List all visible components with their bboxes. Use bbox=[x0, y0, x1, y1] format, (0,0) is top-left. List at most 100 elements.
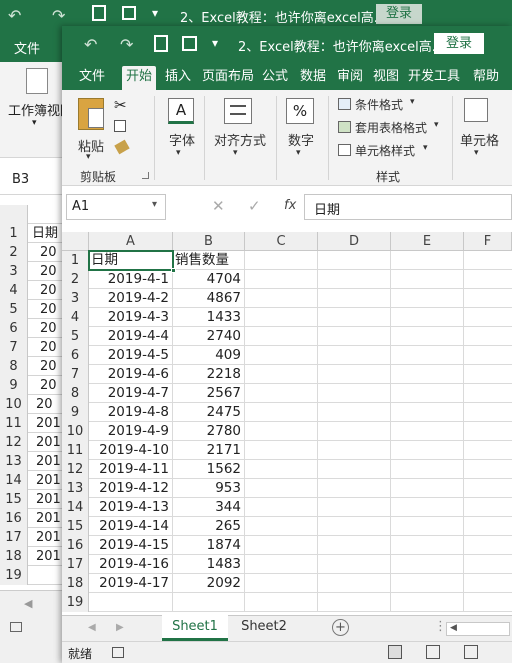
cell-d[interactable] bbox=[318, 289, 391, 308]
cell-e[interactable] bbox=[391, 384, 464, 403]
cells-icon[interactable] bbox=[464, 98, 488, 122]
cell-a[interactable] bbox=[89, 593, 173, 612]
table-format-button[interactable]: 套用表格格式 bbox=[355, 119, 427, 136]
cell-e[interactable] bbox=[391, 251, 464, 270]
fill-handle[interactable] bbox=[171, 268, 176, 273]
tab-6[interactable]: 审阅 bbox=[334, 66, 366, 90]
chevron-down-icon[interactable]: ▾ bbox=[233, 148, 238, 158]
row-header[interactable]: 3 bbox=[62, 289, 89, 308]
cancel-icon[interactable]: ✕ bbox=[212, 197, 225, 215]
cell-c[interactable] bbox=[245, 308, 318, 327]
tab-8[interactable]: 开发工具 bbox=[406, 66, 462, 90]
dialog-launcher-icon[interactable] bbox=[142, 172, 149, 179]
cell-b[interactable]: 344 bbox=[173, 498, 245, 517]
cell-c[interactable] bbox=[245, 422, 318, 441]
print-preview-icon[interactable] bbox=[92, 5, 106, 21]
scrollbar-left-arrow-icon[interactable]: ◀ bbox=[450, 623, 457, 633]
enter-icon[interactable]: ✓ bbox=[248, 197, 261, 215]
cell-style-icon[interactable] bbox=[338, 144, 351, 156]
row-header[interactable]: 19 bbox=[62, 593, 89, 612]
customize-icon[interactable]: ▾ bbox=[152, 6, 158, 20]
cell-a[interactable]: 2019-4-4 bbox=[89, 327, 173, 346]
format-painter-icon[interactable] bbox=[114, 139, 130, 155]
paste-label[interactable]: 粘贴 bbox=[78, 136, 104, 155]
cell-e[interactable] bbox=[391, 327, 464, 346]
cell-c[interactable] bbox=[245, 384, 318, 403]
chevron-down-icon[interactable]: ▾ bbox=[296, 148, 301, 158]
cell-d[interactable] bbox=[318, 498, 391, 517]
insert-function-icon[interactable]: fx bbox=[284, 198, 296, 213]
cell-b[interactable] bbox=[173, 593, 245, 612]
cell-d[interactable] bbox=[318, 270, 391, 289]
cell-c[interactable] bbox=[245, 555, 318, 574]
row-header[interactable]: 13 bbox=[62, 479, 89, 498]
tab-7[interactable]: 视图 bbox=[370, 66, 402, 90]
cell-c[interactable] bbox=[245, 574, 318, 593]
cell-b[interactable]: 2475 bbox=[173, 403, 245, 422]
redo-icon[interactable]: ↷ bbox=[52, 6, 65, 25]
cell-b[interactable]: 4867 bbox=[173, 289, 245, 308]
undo-icon[interactable]: ↶ bbox=[84, 35, 97, 54]
cell-e[interactable] bbox=[391, 403, 464, 422]
font-label[interactable]: 字体 bbox=[169, 130, 195, 149]
cell-d[interactable] bbox=[318, 346, 391, 365]
scroll-left-icon[interactable]: ◀ bbox=[24, 597, 32, 610]
row-header[interactable]: 10 bbox=[62, 422, 89, 441]
scroll-right-icon[interactable]: ▶ bbox=[116, 622, 124, 633]
cell-a[interactable]: 2019-4-16 bbox=[89, 555, 173, 574]
column-header-c[interactable]: C bbox=[245, 232, 318, 251]
row-header[interactable]: 9 bbox=[62, 403, 89, 422]
cell-c[interactable] bbox=[245, 517, 318, 536]
alignment-label[interactable]: 对齐方式 bbox=[214, 130, 266, 149]
row-header[interactable]: 12 bbox=[62, 460, 89, 479]
row-header[interactable]: 17 bbox=[62, 555, 89, 574]
tab-1[interactable]: 开始 bbox=[122, 66, 156, 90]
cell-d[interactable] bbox=[318, 403, 391, 422]
cell-d[interactable] bbox=[318, 422, 391, 441]
sheet-tab-sheet2[interactable]: Sheet2 bbox=[232, 619, 296, 634]
row-header[interactable]: 18 bbox=[62, 574, 89, 593]
cell-b[interactable]: 2740 bbox=[173, 327, 245, 346]
cell-d[interactable] bbox=[318, 251, 391, 270]
workbook-view-icon[interactable] bbox=[26, 68, 48, 94]
cell-d[interactable] bbox=[318, 327, 391, 346]
cell-a[interactable]: 2019-4-10 bbox=[89, 441, 173, 460]
sheet-tab-sheet1[interactable]: Sheet1 bbox=[162, 615, 228, 641]
row-header[interactable]: 15 bbox=[62, 517, 89, 536]
cell-c[interactable] bbox=[245, 441, 318, 460]
chevron-down-icon[interactable]: ▾ bbox=[410, 97, 415, 107]
cell-a[interactable]: 2019-4-3 bbox=[89, 308, 173, 327]
cell-d[interactable] bbox=[318, 479, 391, 498]
chevron-down-icon[interactable]: ▾ bbox=[423, 143, 428, 153]
cell-b[interactable]: 2092 bbox=[173, 574, 245, 593]
row-header[interactable]: 1 bbox=[62, 251, 89, 270]
cell-a[interactable]: 2019-4-15 bbox=[89, 536, 173, 555]
redo-icon[interactable]: ↷ bbox=[120, 35, 133, 54]
cell-b[interactable]: 2171 bbox=[173, 441, 245, 460]
table-format-icon[interactable] bbox=[338, 121, 351, 133]
cell-e[interactable] bbox=[391, 289, 464, 308]
cell-a[interactable]: 2019-4-1 bbox=[89, 270, 173, 289]
cell-c[interactable] bbox=[245, 498, 318, 517]
cell-e[interactable] bbox=[391, 593, 464, 612]
tab-9[interactable]: 帮助 bbox=[468, 66, 504, 90]
cell-d[interactable] bbox=[318, 517, 391, 536]
cell-e[interactable] bbox=[391, 536, 464, 555]
copy-icon[interactable] bbox=[114, 120, 126, 132]
font-icon[interactable]: A bbox=[168, 98, 194, 124]
row-header[interactable]: 2 bbox=[62, 270, 89, 289]
cell-a[interactable]: 2019-4-14 bbox=[89, 517, 173, 536]
cell-a[interactable]: 2019-4-12 bbox=[89, 479, 173, 498]
print-preview-icon[interactable] bbox=[154, 35, 168, 52]
chevron-down-icon[interactable]: ▾ bbox=[434, 120, 439, 130]
cell-e[interactable] bbox=[391, 574, 464, 593]
cell-d[interactable] bbox=[318, 536, 391, 555]
cell-a[interactable]: 2019-4-9 bbox=[89, 422, 173, 441]
cell-c[interactable] bbox=[245, 365, 318, 384]
chevron-down-icon[interactable]: ▾ bbox=[86, 152, 91, 162]
name-box-dropdown-icon[interactable]: ▾ bbox=[152, 199, 157, 210]
cell-e[interactable] bbox=[391, 422, 464, 441]
cells-label[interactable]: 单元格 bbox=[460, 130, 499, 149]
login-button[interactable]: 登录 bbox=[434, 33, 484, 54]
row-header[interactable]: 14 bbox=[62, 498, 89, 517]
